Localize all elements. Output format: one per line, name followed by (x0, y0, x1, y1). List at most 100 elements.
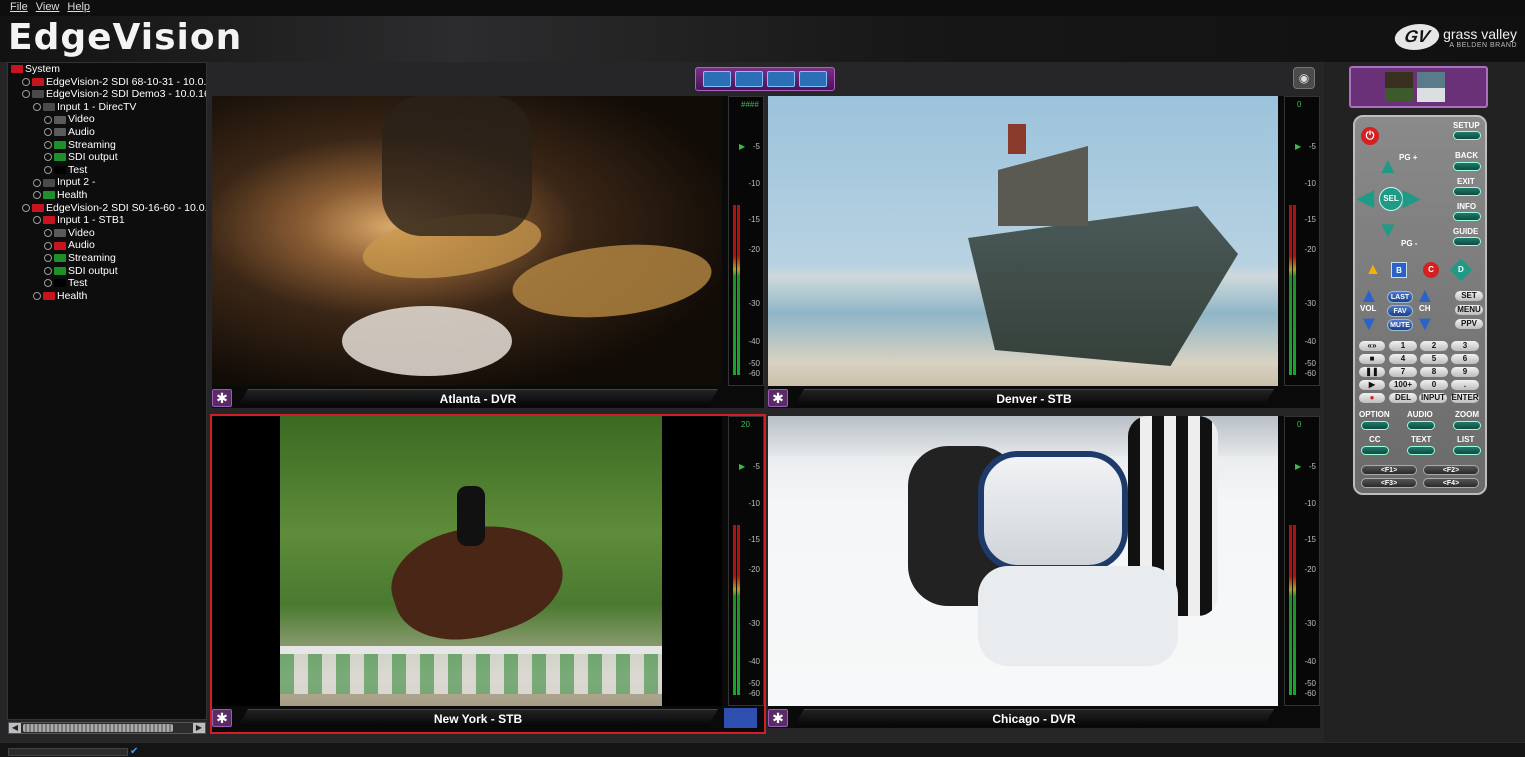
tree-node[interactable]: Video (8, 227, 206, 240)
ch-down-icon[interactable]: ▼ (1415, 313, 1435, 336)
viewer-tile[interactable]: 20 ▶ -5 -10 -15 -20 -30 -40 -50 -60 ✱ New York - ST… (210, 414, 766, 734)
number-key[interactable]: 2 (1420, 341, 1448, 351)
zoom-button[interactable] (1453, 421, 1481, 430)
info-button[interactable] (1453, 212, 1481, 221)
expand-toggle-icon[interactable] (44, 153, 52, 162)
f2-button[interactable]: <F2> (1423, 465, 1479, 475)
thumbnail-preview[interactable] (1349, 66, 1488, 108)
d-button[interactable]: D (1449, 258, 1473, 282)
layout-monitor-icon[interactable] (799, 71, 827, 87)
expand-toggle-icon[interactable] (33, 103, 41, 112)
number-key[interactable]: 3 (1451, 341, 1479, 351)
layout-single-icon[interactable] (735, 71, 763, 87)
fav-button[interactable]: FAV (1387, 305, 1413, 317)
menu-help[interactable]: Help (67, 0, 90, 16)
f3-button[interactable]: <F3> (1361, 478, 1417, 488)
expand-toggle-icon[interactable] (33, 178, 41, 187)
input-button[interactable]: INPUT (1419, 393, 1447, 403)
viewer-tile[interactable]: #### ▶ -5 -10 -15 -20 -30 -40 -50 -60 ✱ Atlanta - D… (212, 96, 764, 408)
list-button[interactable] (1453, 446, 1481, 455)
del-button[interactable]: DEL (1389, 393, 1417, 403)
option-button[interactable] (1361, 421, 1389, 430)
number-key[interactable]: 6 (1451, 354, 1479, 364)
sel-button[interactable]: SEL (1379, 187, 1403, 211)
tree-node[interactable]: Input 1 - STB1 (8, 214, 206, 227)
tree-node[interactable]: Health (8, 189, 206, 202)
tree-node[interactable]: System (8, 63, 206, 76)
audio-button[interactable] (1407, 421, 1435, 430)
power-icon[interactable]: ⏻ (1361, 127, 1379, 145)
arrow-up-icon[interactable]: ▲ (1377, 153, 1399, 179)
expand-toggle-icon[interactable] (33, 216, 41, 225)
number-key[interactable]: 4 (1389, 354, 1417, 364)
expand-toggle-icon[interactable] (33, 291, 41, 300)
number-key[interactable]: 0 (1420, 380, 1448, 390)
number-key[interactable]: . (1451, 380, 1479, 390)
number-key[interactable]: 1 (1389, 341, 1417, 351)
menu-button[interactable]: MENU (1455, 305, 1483, 315)
viewer-tile[interactable]: 0 ▶ -5 -10 -15 -20 -30 -40 -50 -60 ✱ Denver - STB (768, 96, 1320, 408)
scroll-left-icon[interactable]: ◀ (9, 723, 21, 733)
guide-button[interactable] (1453, 237, 1481, 246)
expand-toggle-icon[interactable] (22, 203, 30, 212)
snapshot-button[interactable]: ◉ (1293, 67, 1315, 89)
expand-toggle-icon[interactable] (44, 241, 52, 250)
viewer-options-icon[interactable]: ✱ (212, 389, 232, 407)
pause-icon[interactable]: ❚❚ (1359, 367, 1385, 377)
setup-button[interactable] (1453, 131, 1481, 140)
viewer-options-icon[interactable]: ✱ (768, 389, 788, 407)
drummer-video[interactable] (212, 96, 722, 386)
tree-node[interactable]: Audio (8, 126, 206, 139)
expand-toggle-icon[interactable] (44, 254, 52, 263)
viewer-options-icon[interactable]: ✱ (212, 709, 232, 727)
hockey-faceoff-video[interactable] (768, 416, 1278, 706)
enter-button[interactable]: ENTER (1451, 393, 1479, 403)
play-icon[interactable]: ▶ (1359, 380, 1385, 390)
tree-node[interactable]: EdgeVision-2 SDI Demo3 - 10.0.16.54 (8, 88, 206, 101)
number-key[interactable]: 8 (1420, 367, 1448, 377)
f4-button[interactable]: <F4> (1423, 478, 1479, 488)
viewer-options-icon[interactable]: ✱ (768, 709, 788, 727)
back-button[interactable] (1453, 162, 1481, 171)
vol-down-icon[interactable]: ▼ (1359, 313, 1379, 336)
scroll-right-icon[interactable]: ▶ (193, 723, 205, 733)
tree-node[interactable]: Test (8, 277, 206, 290)
tree-node[interactable]: Streaming (8, 139, 206, 152)
expand-toggle-icon[interactable] (44, 266, 52, 275)
number-key[interactable]: 5 (1420, 354, 1448, 364)
tree-node[interactable]: Health (8, 290, 206, 303)
stop-icon[interactable]: ■ (1359, 354, 1385, 364)
set-button[interactable]: SET (1455, 291, 1483, 301)
expand-toggle-icon[interactable] (44, 128, 52, 137)
c-button[interactable]: C (1423, 262, 1439, 278)
tree-node[interactable]: Audio (8, 239, 206, 252)
arrow-down-icon[interactable]: ▼ (1377, 217, 1399, 243)
menu-file[interactable]: File (10, 0, 28, 16)
f1-button[interactable]: <F1> (1361, 465, 1417, 475)
tree-node[interactable]: EdgeVision-2 SDI 68-10-31 - 10.0.16.5 (8, 76, 206, 89)
shipwreck-video[interactable] (768, 96, 1278, 386)
tree-node[interactable]: Test (8, 164, 206, 177)
viewer-tile[interactable]: 0 ▶ -5 -10 -15 -20 -30 -40 -50 -60 ✱ Chicago - DVR (768, 416, 1320, 728)
ppv-button[interactable]: PPV (1455, 319, 1483, 329)
expand-toggle-icon[interactable] (33, 191, 41, 200)
last-button[interactable]: LAST (1387, 291, 1413, 303)
expand-toggle-icon[interactable] (44, 279, 52, 288)
layout-quad-icon[interactable] (703, 71, 731, 87)
tree-node[interactable]: SDI output (8, 151, 206, 164)
menu-view[interactable]: View (36, 0, 60, 16)
number-key[interactable]: 9 (1451, 367, 1479, 377)
record-icon[interactable]: ● (1359, 393, 1385, 403)
expand-toggle-icon[interactable] (44, 229, 52, 238)
expand-toggle-icon[interactable] (44, 166, 52, 175)
rewind-ff-buttons[interactable]: «» (1359, 341, 1385, 351)
scrollbar-thumb[interactable] (23, 724, 173, 732)
number-key[interactable]: 7 (1389, 367, 1417, 377)
tree-horizontal-scrollbar[interactable]: ◀ ▶ (8, 722, 206, 734)
number-key[interactable]: 100+ (1389, 380, 1417, 390)
arrow-right-icon[interactable]: ▶ (1403, 185, 1420, 211)
b-button[interactable]: B (1391, 262, 1407, 278)
a-button-icon[interactable]: ▲ (1365, 261, 1381, 279)
arrow-left-icon[interactable]: ◀ (1357, 185, 1374, 211)
exit-button[interactable] (1453, 187, 1481, 196)
